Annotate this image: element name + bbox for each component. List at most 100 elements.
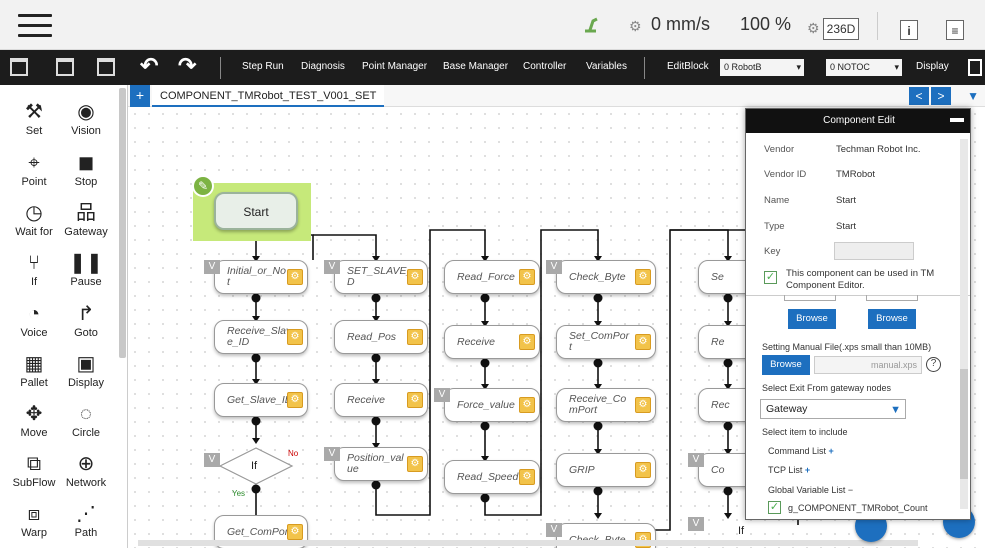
base-manager-button[interactable]: Base Manager — [443, 61, 508, 72]
point-manager-button[interactable]: Point Manager — [362, 61, 427, 72]
flow-node[interactable]: Read_Pos ⚙ — [334, 320, 428, 354]
start-node[interactable]: Start — [214, 192, 298, 230]
flow-node[interactable]: Receive ⚙ — [334, 383, 428, 417]
node-network[interactable]: ⊕ Network — [58, 453, 114, 489]
step-run-button[interactable]: Step Run — [242, 61, 284, 72]
node-gateway[interactable]: 品 Gateway — [58, 202, 114, 238]
diagnosis-button[interactable]: Diagnosis — [301, 61, 345, 72]
flow-node[interactable]: Force_value ⚙ — [444, 388, 540, 422]
type-value: Start — [836, 221, 857, 232]
key-input[interactable] — [834, 242, 914, 260]
node-wait-for[interactable]: ◷ Wait for — [6, 202, 62, 238]
gear-icon: ⚙ — [807, 20, 820, 36]
if-node-label[interactable]: If — [251, 460, 257, 472]
open-file-icon[interactable] — [56, 58, 74, 76]
node-move[interactable]: ✥ Move — [6, 403, 62, 439]
save-file-icon[interactable] — [97, 58, 115, 76]
node-path[interactable]: ⋰ Path — [58, 503, 114, 539]
counter-badge: 236D — [823, 18, 859, 40]
flow-node[interactable]: Get_Slave_ID ⚙ — [214, 383, 308, 417]
canvas-scrollbar[interactable] — [138, 540, 918, 546]
new-file-icon[interactable] — [10, 58, 28, 76]
toolbar-divider — [644, 57, 645, 79]
node-pallet[interactable]: ▦ Pallet — [6, 353, 62, 389]
editor-checkbox[interactable]: ✓ — [764, 271, 777, 284]
node-warp[interactable]: ⧈ Warp — [6, 503, 62, 539]
variable-tag: V — [434, 388, 450, 402]
help-icon[interactable]: ? — [926, 357, 941, 372]
exit-gateway-select[interactable]: Gateway ▼ — [760, 399, 906, 419]
browse-button[interactable]: Browse — [868, 309, 916, 329]
undo-icon[interactable]: ↶ — [140, 53, 158, 79]
minimize-icon[interactable] — [950, 118, 964, 122]
panel-toggle-icon[interactable] — [968, 59, 982, 76]
node-voice[interactable]: ◔ Voice — [6, 303, 62, 339]
exit-label: Select Exit From gateway nodes — [762, 383, 892, 393]
manual-file-input[interactable]: manual.xps — [814, 356, 922, 374]
global-variable-checkbox[interactable]: ✓ — [768, 501, 781, 514]
flow-node[interactable]: Receive ⚙ — [444, 325, 540, 359]
robot-base-value: 0 RobotB — [724, 62, 762, 72]
node-if[interactable]: ⑂ If — [6, 252, 62, 288]
info-icon[interactable]: i — [900, 20, 918, 40]
node-point[interactable]: ⌖ Point — [6, 152, 62, 188]
expand-icon[interactable]: + — [829, 446, 834, 456]
tcp-value: 0 NOTOC — [830, 62, 870, 72]
flow-node[interactable]: SET_SLAVE_I D ⚙ — [334, 260, 428, 294]
palette-scrollbar[interactable] — [119, 88, 126, 358]
warp-icon: ⧈ — [27, 503, 41, 525]
command-list-item[interactable]: Command List + — [768, 446, 834, 456]
node-goto[interactable]: ↱ Goto — [58, 303, 114, 339]
browse-button[interactable]: Browse — [788, 309, 836, 329]
redo-icon[interactable]: ↷ — [178, 53, 196, 79]
tcp-select[interactable]: 0 NOTOC ▾ — [826, 59, 902, 76]
panel-scrollbar-thumb[interactable] — [960, 369, 968, 479]
chevron-down-icon: ▾ — [796, 62, 801, 72]
if-node-label[interactable]: If — [738, 525, 744, 537]
display-button[interactable]: Display — [916, 61, 949, 72]
tcp-list-item[interactable]: TCP List + — [768, 465, 810, 475]
include-label: Select item to include — [762, 427, 848, 437]
variable-tag: V — [546, 523, 562, 537]
exit-gateway-value: Gateway — [766, 403, 808, 415]
flow-node[interactable]: GRIP ⚙ — [556, 453, 656, 487]
robot-base-select[interactable]: 0 RobotB ▾ — [720, 59, 804, 76]
variable-tag: V — [688, 517, 704, 531]
editblock-button[interactable]: EditBlock — [667, 61, 709, 72]
node-type-icon: ⚙ — [287, 524, 303, 540]
node-type-icon: ⚙ — [519, 397, 535, 413]
node-set[interactable]: ⚒ Set — [6, 101, 62, 137]
node-subflow[interactable]: ⧉ SubFlow — [6, 453, 62, 489]
node-circle[interactable]: ◌ Circle — [58, 403, 114, 439]
node-display[interactable]: ▣ Display — [58, 353, 114, 389]
goto-arrow-icon: ↱ — [77, 303, 95, 325]
flow-node[interactable]: Receive_Co mPort ⚙ — [556, 388, 656, 422]
vendor-id-label: Vendor ID — [764, 169, 807, 180]
collapse-icon[interactable]: − — [848, 485, 853, 495]
node-type-icon: ⚙ — [519, 334, 535, 350]
clock-icon: ◷ — [25, 202, 43, 224]
flow-node[interactable]: Position_val ue ⚙ — [334, 447, 428, 481]
hamburger-menu-icon[interactable] — [18, 14, 52, 38]
flow-node[interactable]: Check_Byte⚙ — [556, 260, 656, 294]
flow-node[interactable]: Receive_Slav e_ID ⚙ — [214, 320, 308, 354]
global-variable-list-item[interactable]: Global Variable List − — [768, 485, 853, 495]
variables-button[interactable]: Variables — [586, 61, 627, 72]
node-stop[interactable]: ◼ Stop — [58, 152, 114, 188]
eye-icon: ◉ — [77, 101, 95, 123]
expand-icon[interactable]: + — [805, 465, 810, 475]
node-pause[interactable]: ❚❚ Pause — [58, 252, 114, 288]
notes-icon[interactable]: ≡ — [946, 20, 964, 40]
pencil-icon[interactable]: ✎ — [192, 175, 214, 197]
manual-browse-button[interactable]: Browse — [762, 355, 810, 375]
controller-button[interactable]: Controller — [523, 61, 566, 72]
flow-node[interactable]: Set_ComPor t ⚙ — [556, 325, 656, 359]
stop-icon: ◼ — [77, 152, 95, 174]
node-type-icon: ⚙ — [519, 469, 535, 485]
node-type-icon: ⚙ — [407, 329, 423, 345]
flow-node[interactable]: Initial_or_No t ⚙ — [214, 260, 308, 294]
panel-scrollbar[interactable] — [960, 139, 968, 509]
node-vision[interactable]: ◉ Vision — [58, 101, 114, 137]
flow-node[interactable]: Read_Force ⚙ — [444, 260, 540, 294]
flow-node[interactable]: Read_Speed ⚙ — [444, 460, 540, 494]
